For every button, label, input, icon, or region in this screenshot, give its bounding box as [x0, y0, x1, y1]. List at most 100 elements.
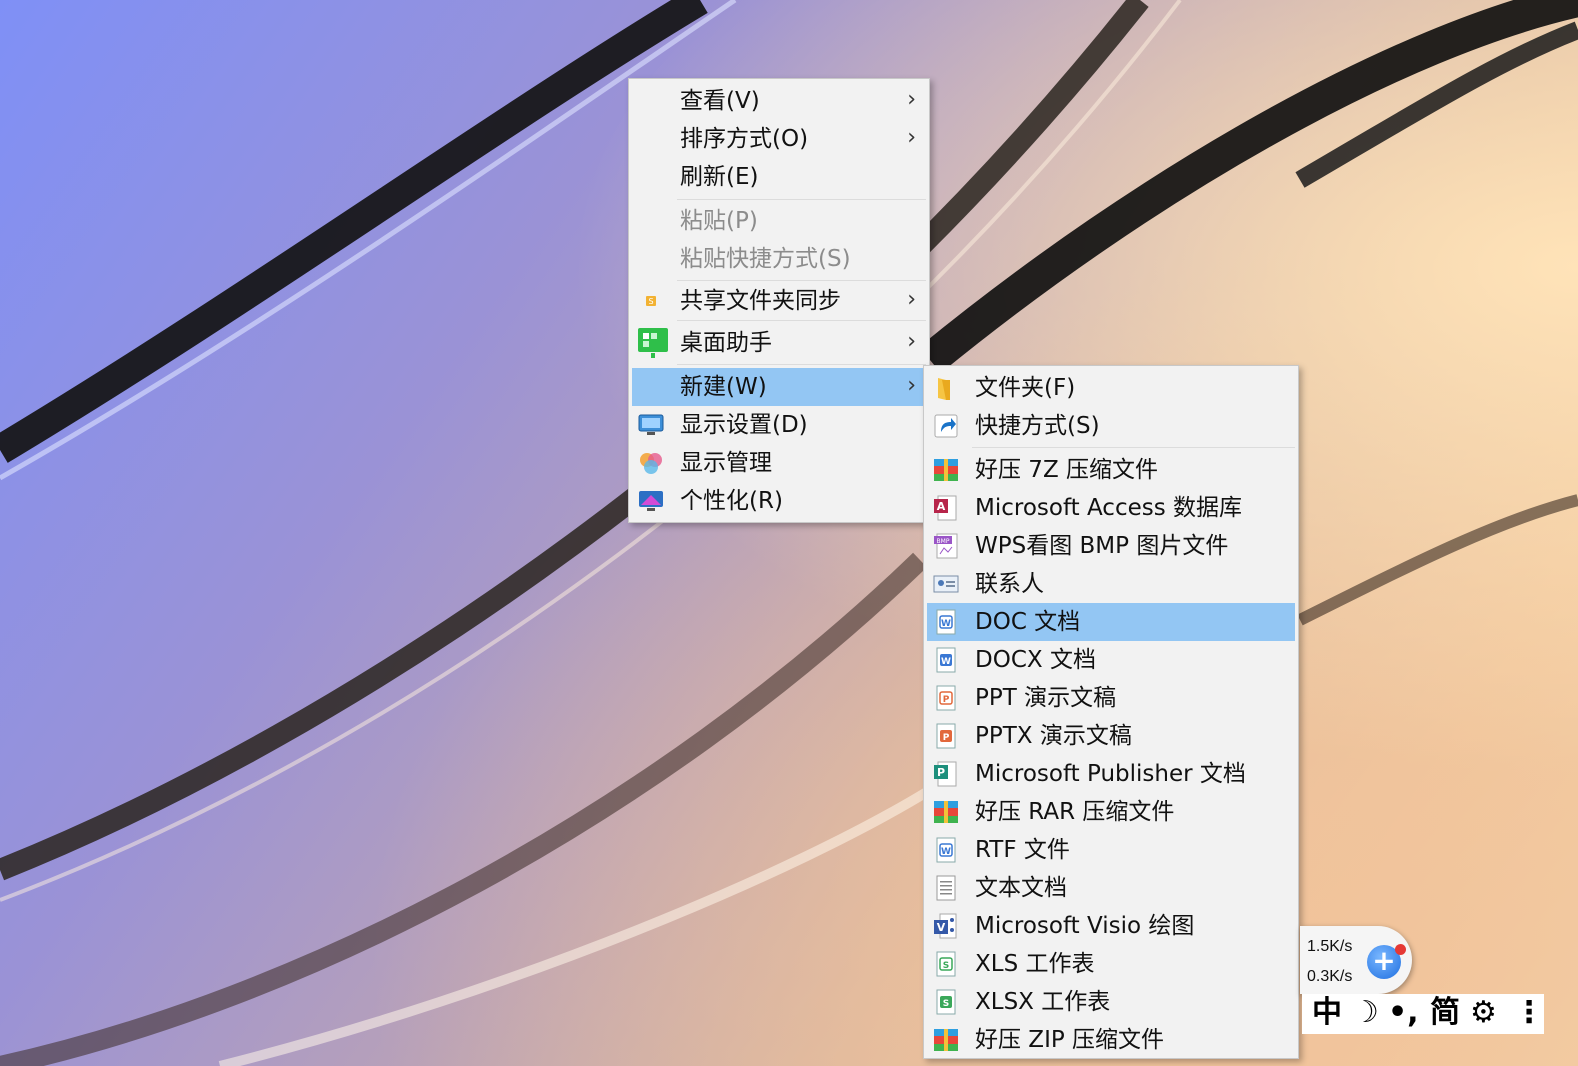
submenu-item-shortcut[interactable]: 快捷方式(S) [927, 407, 1295, 445]
chevron-right-icon: › [907, 125, 916, 150]
submenu-item-xls[interactable]: S XLS 工作表 [927, 945, 1295, 983]
submenu-item-bmp[interactable]: BMP WPS看图 BMP 图片文件 [927, 527, 1295, 565]
submenu-item-publisher[interactable]: P Microsoft Publisher 文档 [927, 755, 1295, 793]
chevron-right-icon: › [907, 287, 916, 312]
menu-item-label: 桌面助手 [680, 330, 772, 356]
charset-toggle[interactable]: 简 [1430, 996, 1460, 1030]
desktop-assistant-icon [637, 327, 669, 359]
menu-item-paste-shortcut[interactable]: 粘贴快捷方式(S) [632, 240, 926, 278]
svg-text:S: S [943, 961, 949, 971]
submenu-item-7z[interactable]: 好压 7Z 压缩文件 [927, 451, 1295, 489]
ppt-icon: P [932, 684, 960, 712]
menu-item-label: WPS看图 BMP 图片文件 [975, 533, 1229, 559]
menu-item-label: XLS 工作表 [975, 951, 1095, 977]
menu-item-label: 个性化(R) [680, 488, 783, 514]
desktop-context-menu: 查看(V) › 排序方式(O) › 刷新(E) 粘贴(P) 粘贴快捷方式(S) … [628, 78, 930, 523]
menu-item-display-manage[interactable]: 显示管理 [632, 444, 926, 482]
shortcut-icon [932, 412, 960, 440]
notification-dot [1395, 944, 1406, 955]
menu-item-refresh[interactable]: 刷新(E) [632, 158, 926, 196]
xlsx-icon: S [932, 988, 960, 1016]
submenu-item-ppt[interactable]: P PPT 演示文稿 [927, 679, 1295, 717]
menu-item-view[interactable]: 查看(V) › [632, 82, 926, 120]
chevron-right-icon: › [907, 87, 916, 112]
svg-text:S: S [943, 999, 949, 1009]
menu-item-paste[interactable]: 粘贴(P) [632, 202, 926, 240]
menu-item-label: 联系人 [975, 571, 1044, 597]
submenu-item-docx[interactable]: W DOCX 文档 [927, 641, 1295, 679]
chevron-right-icon: › [907, 329, 916, 354]
haozip-icon [932, 1026, 960, 1054]
submenu-item-pptx[interactable]: P PPTX 演示文稿 [927, 717, 1295, 755]
personalize-icon [637, 487, 665, 515]
menu-separator [972, 447, 1295, 448]
xls-icon: S [932, 950, 960, 978]
menu-separator [677, 199, 926, 200]
access-icon: A [932, 494, 960, 522]
docx-icon: W [932, 646, 960, 674]
submenu-item-rar[interactable]: 好压 RAR 压缩文件 [927, 793, 1295, 831]
doc-icon: W [932, 608, 960, 636]
menu-item-label: XLSX 工作表 [975, 989, 1111, 1015]
menu-separator [677, 320, 926, 321]
contact-icon [932, 570, 960, 598]
more-options-icon[interactable]: ⋮ [1514, 996, 1544, 1030]
publisher-icon: P [932, 760, 960, 788]
menu-item-display-settings[interactable]: 显示设置(D) [632, 406, 926, 444]
menu-item-label: 查看(V) [680, 88, 760, 114]
submenu-item-folder[interactable]: 文件夹(F) [927, 369, 1295, 407]
menu-item-label: 快捷方式(S) [975, 413, 1100, 439]
ime-mode-toggle[interactable]: 中 [1312, 996, 1342, 1030]
menu-item-personalize[interactable]: 个性化(R) [632, 482, 926, 520]
menu-item-label: PPTX 演示文稿 [975, 723, 1132, 749]
menu-item-label: 好压 7Z 压缩文件 [975, 457, 1159, 483]
menu-item-label: 共享文件夹同步 [680, 288, 841, 314]
haozip-icon [932, 798, 960, 826]
menu-item-label: 显示管理 [680, 450, 772, 476]
new-submenu: 文件夹(F) 快捷方式(S) 好压 7Z 压缩文件 A Microsoft Ac… [923, 365, 1299, 1059]
menu-item-label: 文件夹(F) [975, 375, 1076, 401]
svg-text:P: P [943, 733, 950, 743]
menu-item-new[interactable]: 新建(W) › [632, 368, 926, 406]
menu-item-sort-by[interactable]: 排序方式(O) › [632, 120, 926, 158]
menu-item-label: 好压 RAR 压缩文件 [975, 799, 1175, 825]
menu-item-label: PPT 演示文稿 [975, 685, 1117, 711]
menu-item-label: Microsoft Visio 绘图 [975, 913, 1195, 939]
menu-item-label: DOC 文档 [975, 609, 1081, 635]
submenu-item-zip[interactable]: 好压 ZIP 压缩文件 [927, 1021, 1295, 1059]
submenu-item-xlsx[interactable]: S XLSX 工作表 [927, 983, 1295, 1021]
visio-icon: V [932, 912, 960, 940]
punctuation-toggle[interactable]: •, [1388, 996, 1419, 1030]
submenu-item-doc[interactable]: W DOC 文档 [927, 603, 1295, 641]
display-settings-icon [637, 411, 665, 439]
submenu-item-access[interactable]: A Microsoft Access 数据库 [927, 489, 1295, 527]
menu-item-label: 好压 ZIP 压缩文件 [975, 1027, 1165, 1053]
menu-item-label: RTF 文件 [975, 837, 1070, 863]
folder-icon [932, 374, 960, 402]
svg-text:V: V [937, 921, 946, 934]
svg-text:W: W [941, 847, 951, 857]
menu-item-share-sync[interactable]: S 共享文件夹同步 › [632, 282, 926, 320]
submenu-item-visio[interactable]: V Microsoft Visio 绘图 [927, 907, 1295, 945]
menu-item-label: 显示设置(D) [680, 412, 808, 438]
submenu-item-text[interactable]: 文本文档 [927, 869, 1295, 907]
svg-text:A: A [937, 500, 946, 513]
menu-item-label: 刷新(E) [680, 164, 759, 190]
display-manage-icon [637, 449, 665, 477]
submenu-item-rtf[interactable]: W RTF 文件 [927, 831, 1295, 869]
submenu-item-contact[interactable]: 联系人 [927, 565, 1295, 603]
menu-item-desktop-assistant[interactable]: 桌面助手 › [632, 324, 926, 362]
network-speed-widget[interactable]: 1.5K/s 0.3K/s + [1300, 926, 1412, 994]
gear-icon[interactable]: ⚙ [1470, 996, 1497, 1030]
menu-item-label: DOCX 文档 [975, 647, 1096, 673]
moon-icon[interactable]: ☽ [1352, 996, 1379, 1030]
menu-item-label: Microsoft Access 数据库 [975, 495, 1243, 521]
chevron-right-icon: › [907, 373, 916, 398]
upload-speed: 1.5K/s [1307, 938, 1353, 955]
rtf-icon: W [932, 836, 960, 864]
menu-separator [677, 280, 926, 281]
bmp-icon: BMP [932, 532, 960, 560]
menu-item-label: Microsoft Publisher 文档 [975, 761, 1246, 787]
svg-text:S: S [648, 297, 653, 306]
svg-text:W: W [941, 619, 951, 629]
